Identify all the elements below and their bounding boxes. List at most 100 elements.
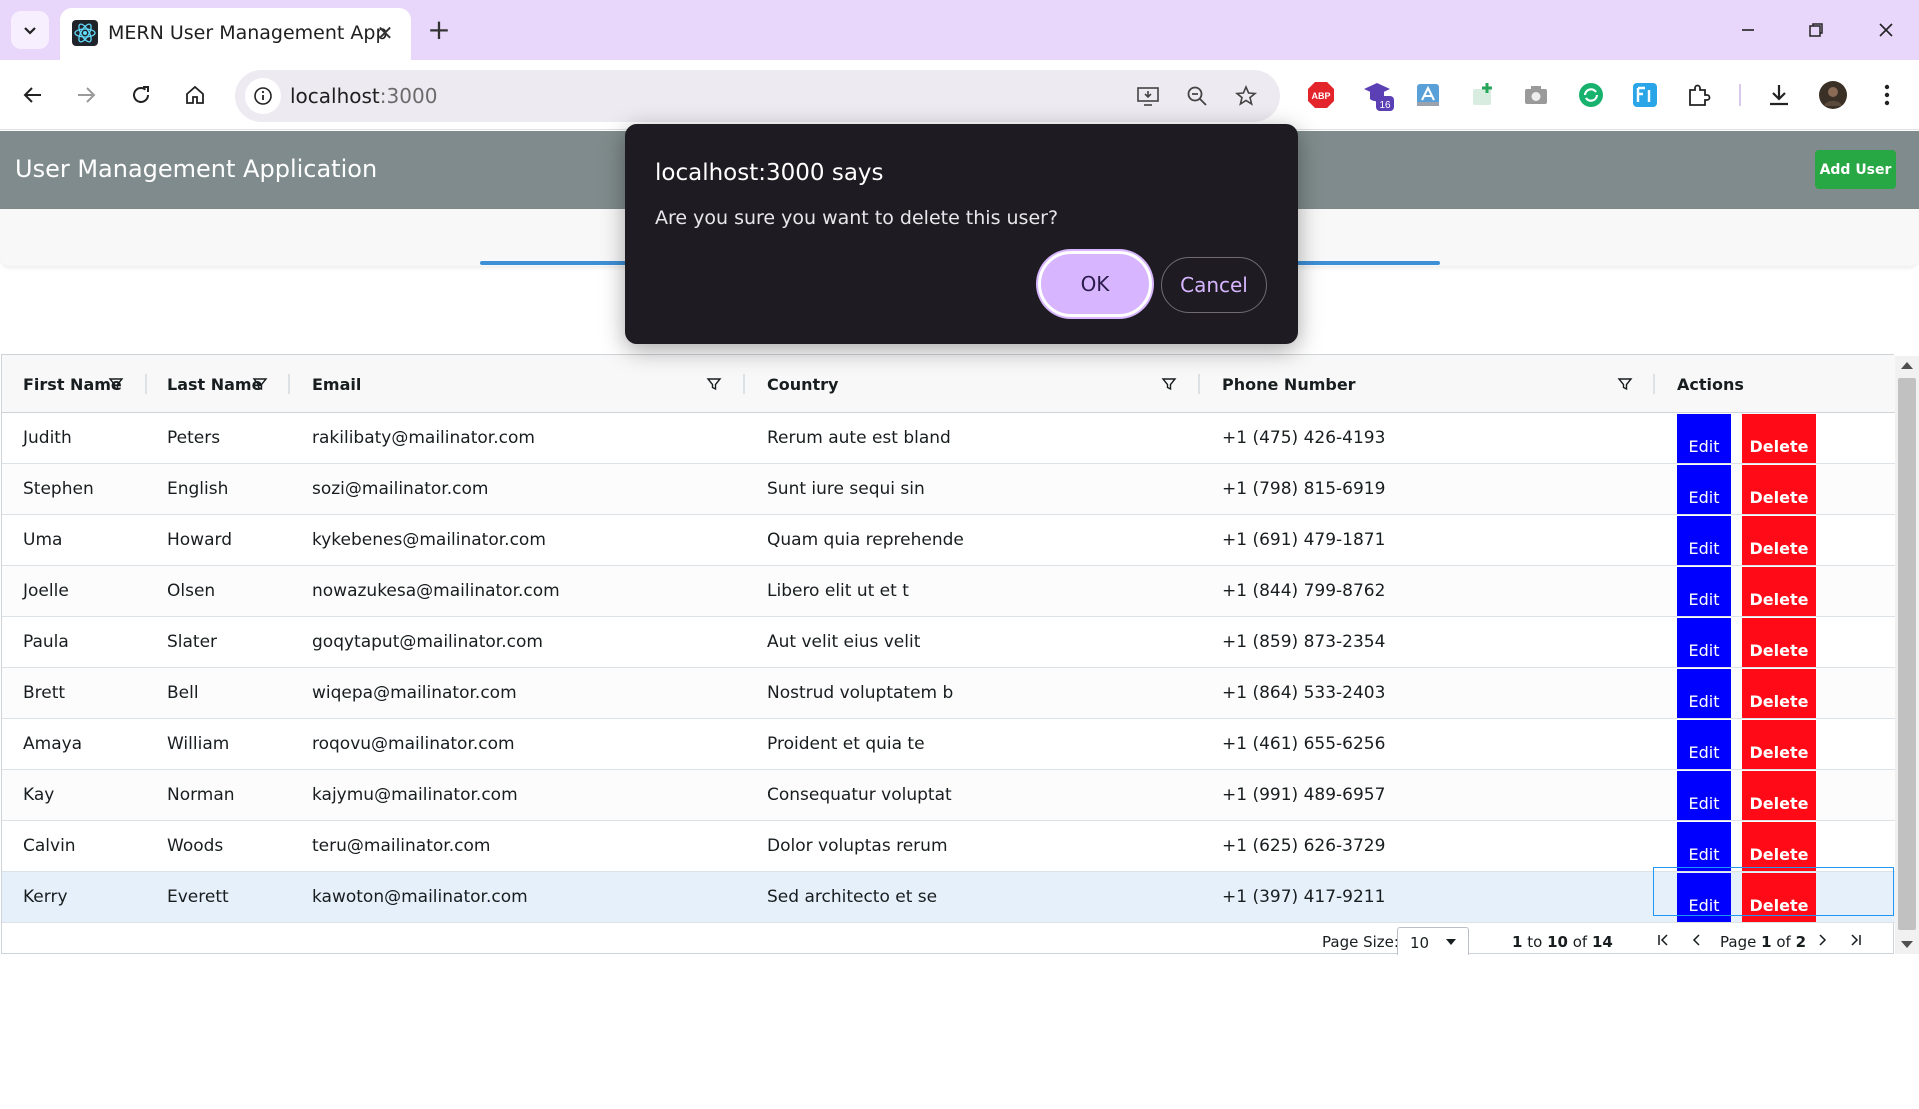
new-tab-button[interactable]: +	[424, 13, 454, 46]
cell-email[interactable]: goqytaput@mailinator.com	[312, 617, 543, 667]
cell-phone[interactable]: +1 (397) 417-9211	[1222, 872, 1385, 922]
cell-last-name[interactable]: Woods	[167, 821, 223, 871]
table-row[interactable]: Judith Peters rakilibaty@mailinator.com Rer…	[2, 413, 1895, 464]
camera-extension-icon[interactable]	[1518, 77, 1554, 113]
filter-icon[interactable]	[1161, 376, 1177, 392]
edit-button[interactable]: Edit	[1677, 414, 1731, 463]
cell-last-name[interactable]: Everett	[167, 872, 229, 922]
column-header-email[interactable]: Email	[312, 355, 361, 413]
cell-first-name[interactable]: Uma	[23, 515, 62, 565]
address-bar[interactable]: localhost:3000	[235, 70, 1280, 122]
column-header-last-name[interactable]: Last Name	[167, 355, 262, 413]
scrollbar-thumb[interactable]	[1898, 378, 1916, 930]
close-tab-icon[interactable]: ✕	[372, 20, 398, 46]
add-extension-icon[interactable]	[1465, 77, 1501, 113]
table-row[interactable]: Joelle Olsen nowazukesa@mailinator.com Libe…	[2, 566, 1895, 617]
cancel-button[interactable]: Cancel	[1161, 257, 1267, 313]
tab-search-button[interactable]	[11, 11, 49, 49]
table-row[interactable]: Brett Bell wiqepa@mailinator.com Nostrud vo…	[2, 668, 1895, 719]
bookmark-star-icon[interactable]	[1232, 82, 1260, 110]
delete-button[interactable]: Delete	[1742, 465, 1816, 514]
column-header-country[interactable]: Country	[767, 355, 838, 413]
browser-menu-icon[interactable]	[1869, 77, 1905, 113]
cell-phone[interactable]: +1 (691) 479-1871	[1222, 515, 1385, 565]
cell-last-name[interactable]: Olsen	[167, 566, 215, 616]
delete-button[interactable]: Delete	[1742, 822, 1816, 871]
sync-extension-icon[interactable]	[1573, 77, 1609, 113]
cell-email[interactable]: kawoton@mailinator.com	[312, 872, 528, 922]
cell-first-name[interactable]: Stephen	[23, 464, 94, 514]
cell-country[interactable]: Dolor voluptas rerum	[767, 821, 948, 871]
cell-country[interactable]: Consequatur voluptat	[767, 770, 952, 820]
previous-page-icon[interactable]	[1686, 929, 1708, 951]
cell-phone[interactable]: +1 (475) 426-4193	[1222, 413, 1385, 463]
ok-button[interactable]: OK	[1038, 251, 1152, 317]
cell-phone[interactable]: +1 (859) 873-2354	[1222, 617, 1385, 667]
home-icon[interactable]	[176, 76, 214, 114]
restore-icon[interactable]	[1796, 12, 1836, 48]
zoom-icon[interactable]	[1183, 82, 1211, 110]
cell-last-name[interactable]: Norman	[167, 770, 235, 820]
font-extension-icon[interactable]	[1410, 77, 1446, 113]
cell-last-name[interactable]: Bell	[167, 668, 199, 718]
table-row[interactable]: Stephen English sozi@mailinator.com Sunt iu…	[2, 464, 1895, 515]
close-window-icon[interactable]	[1866, 12, 1906, 48]
delete-button[interactable]: Delete	[1742, 771, 1816, 820]
cell-first-name[interactable]: Calvin	[23, 821, 76, 871]
filter-icon[interactable]	[1617, 376, 1633, 392]
column-divider[interactable]	[1653, 374, 1655, 394]
scroll-up-arrow-icon[interactable]	[1901, 362, 1913, 369]
delete-button[interactable]: Delete	[1742, 873, 1816, 922]
minimize-icon[interactable]	[1728, 12, 1768, 48]
cell-email[interactable]: kajymu@mailinator.com	[312, 770, 518, 820]
cell-first-name[interactable]: Judith	[23, 413, 72, 463]
fi-extension-icon[interactable]	[1627, 77, 1663, 113]
edit-button[interactable]: Edit	[1677, 720, 1731, 769]
forward-icon[interactable]	[67, 76, 105, 114]
cell-first-name[interactable]: Joelle	[23, 566, 69, 616]
cell-email[interactable]: teru@mailinator.com	[312, 821, 490, 871]
cell-last-name[interactable]: English	[167, 464, 228, 514]
column-header-phone[interactable]: Phone Number	[1222, 355, 1356, 413]
cell-last-name[interactable]: Howard	[167, 515, 232, 565]
cell-last-name[interactable]: William	[167, 719, 229, 769]
last-page-icon[interactable]	[1845, 929, 1867, 951]
delete-button[interactable]: Delete	[1742, 567, 1816, 616]
filter-icon[interactable]	[108, 376, 124, 392]
table-row[interactable]: Kay Norman kajymu@mailinator.com Consequatu…	[2, 770, 1895, 821]
adblock-extension-icon[interactable]: ABP	[1303, 77, 1339, 113]
edit-button[interactable]: Edit	[1677, 771, 1731, 820]
cell-country[interactable]: Aut velit eius velit	[767, 617, 920, 667]
site-info-icon[interactable]	[245, 78, 281, 114]
add-user-button[interactable]: Add User	[1815, 150, 1896, 189]
back-icon[interactable]	[14, 76, 52, 114]
edit-button[interactable]: Edit	[1677, 516, 1731, 565]
edit-button[interactable]: Edit	[1677, 465, 1731, 514]
cell-country[interactable]: Quam quia reprehende	[767, 515, 964, 565]
table-row[interactable]: Calvin Woods teru@mailinator.com Dolor volu…	[2, 821, 1895, 872]
cell-phone[interactable]: +1 (991) 489-6957	[1222, 770, 1385, 820]
edit-button[interactable]: Edit	[1677, 873, 1731, 922]
profile-avatar[interactable]	[1815, 77, 1851, 113]
extensions-puzzle-icon[interactable]	[1681, 77, 1717, 113]
column-divider[interactable]	[743, 374, 745, 394]
table-row[interactable]: Amaya William roqovu@mailinator.com Proiden…	[2, 719, 1895, 770]
cell-country[interactable]: Sunt iure sequi sin	[767, 464, 925, 514]
cell-country[interactable]: Rerum aute est bland	[767, 413, 951, 463]
delete-button[interactable]: Delete	[1742, 414, 1816, 463]
cell-first-name[interactable]: Amaya	[23, 719, 82, 769]
cell-phone[interactable]: +1 (798) 815-6919	[1222, 464, 1385, 514]
url-text[interactable]: localhost:3000	[290, 84, 437, 108]
column-header-actions[interactable]: Actions	[1677, 355, 1744, 413]
cell-country[interactable]: Libero elit ut et t	[767, 566, 909, 616]
cell-phone[interactable]: +1 (461) 655-6256	[1222, 719, 1385, 769]
column-divider[interactable]	[145, 374, 147, 394]
edit-button[interactable]: Edit	[1677, 669, 1731, 718]
cell-first-name[interactable]: Kay	[23, 770, 54, 820]
table-row[interactable]: Uma Howard kykebenes@mailinator.com Quam qu…	[2, 515, 1895, 566]
cell-email[interactable]: sozi@mailinator.com	[312, 464, 488, 514]
next-page-icon[interactable]	[1811, 929, 1833, 951]
browser-tab-active[interactable]: MERN User Management App ✕	[60, 8, 411, 60]
page-size-select[interactable]: 10	[1397, 927, 1469, 955]
cell-email[interactable]: roqovu@mailinator.com	[312, 719, 515, 769]
